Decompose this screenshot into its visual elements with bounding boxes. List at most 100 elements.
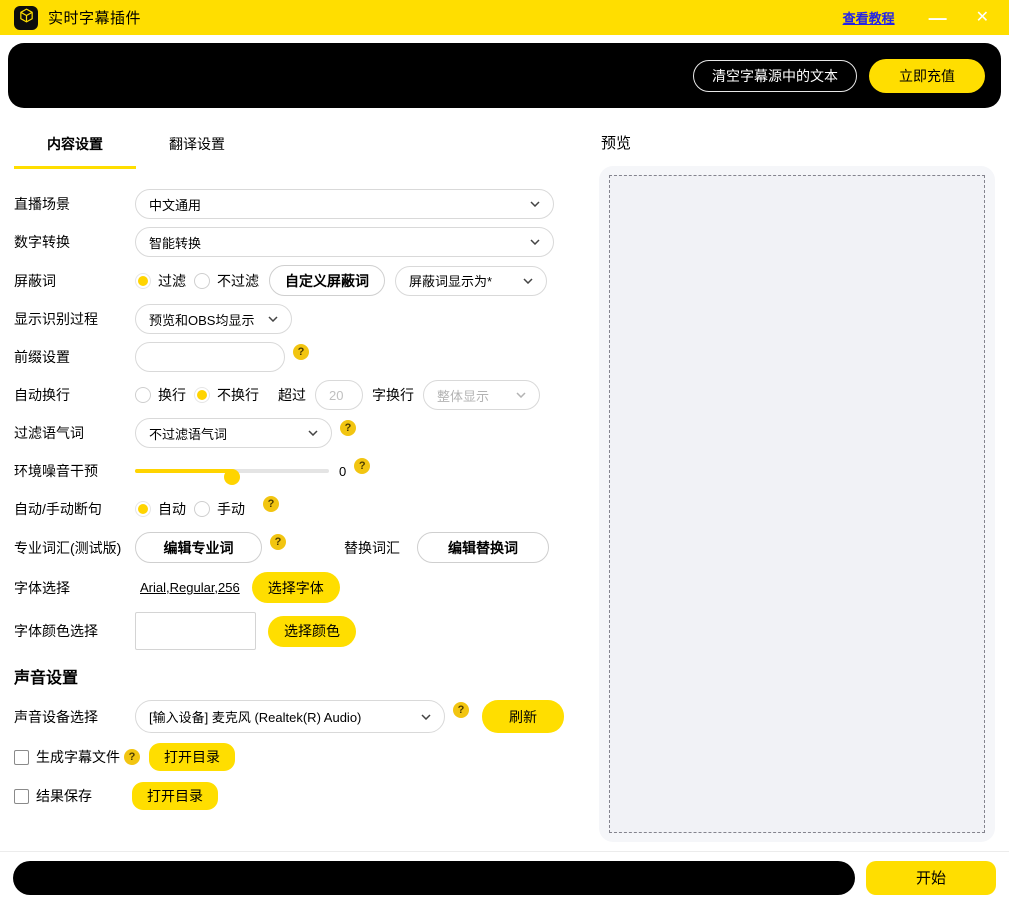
prefix-help-icon[interactable]: ? [293,344,309,360]
noise-label: 环境噪音干预 [14,461,135,481]
radio-no-wrap[interactable]: 不换行 [194,385,259,405]
chevron-down-icon [523,278,533,284]
font-select-label: 字体选择 [14,578,135,598]
custom-blocked-words-button[interactable]: 自定义屏蔽词 [269,265,385,296]
tab-translation-settings[interactable]: 翻译设置 [136,134,258,169]
result-save-checkbox[interactable] [14,789,29,804]
open-result-dir-button[interactable]: 打开目录 [132,782,218,810]
font-color-input[interactable] [135,612,256,650]
preview-container [599,166,995,842]
sentence-break-radios: 自动 手动 [135,499,245,519]
choose-color-button[interactable]: 选择颜色 [268,616,356,647]
radio-manual[interactable]: 手动 [194,499,245,519]
open-subtitle-dir-button[interactable]: 打开目录 [149,743,235,771]
radio-manual-label: 手动 [217,499,245,519]
radio-no-filter-label: 不过滤 [217,271,259,291]
exceed-label: 超过 [278,385,306,405]
noise-help-icon[interactable]: ? [354,458,370,474]
blocked-words-display-select[interactable]: 屏蔽词显示为* [395,266,547,296]
footer-bar: 开始 [0,851,1009,903]
radio-unselected-icon [194,273,210,289]
live-scene-select[interactable]: 中文通用 [135,189,554,219]
preview-panel [609,175,985,833]
chevron-down-icon [308,430,318,436]
chevron-down-icon [421,714,431,720]
pro-vocab-label: 专业词汇(测试版) [14,538,135,558]
noise-value: 0 [339,464,346,479]
tab-content-settings[interactable]: 内容设置 [14,134,136,169]
prefix-label: 前缀设置 [14,347,135,367]
filler-filter-help-icon[interactable]: ? [340,420,356,436]
edit-replace-vocab-button[interactable]: 编辑替换词 [417,532,549,563]
filler-filter-value: 不过滤语气词 [149,424,227,443]
slider-thumb-handle[interactable] [224,469,240,485]
wrap-display-mode-select[interactable]: 整体显示 [423,380,540,410]
radio-wrap-label: 换行 [158,385,186,405]
chevron-down-icon [530,239,540,245]
preview-title: 预览 [601,132,995,153]
start-button[interactable]: 开始 [866,861,996,895]
blocked-words-radios: 过滤 不过滤 [135,271,259,291]
pro-vocab-row: 专业词汇(测试版) 编辑专业词 ? 替换词汇 编辑替换词 [14,532,570,563]
pro-vocab-help-icon[interactable]: ? [270,534,286,550]
replace-vocab-label: 替换词汇 [344,538,400,558]
subtitle-source-banner: 清空字幕源中的文本 立即充值 [8,43,1001,108]
prefix-row: 前缀设置 ? [14,342,570,372]
current-font-link[interactable]: Arial,Regular,256 [140,580,240,595]
number-convert-row: 数字转换 智能转换 [14,227,570,257]
filler-filter-label: 过滤语气词 [14,423,135,443]
radio-filter[interactable]: 过滤 [135,271,186,291]
noise-row: 环境噪音干预 0 ? [14,456,570,486]
sound-device-label: 声音设备选择 [14,707,135,727]
refresh-device-button[interactable]: 刷新 [482,700,564,733]
subtitle-file-label: 生成字幕文件 [36,747,120,767]
radio-no-filter[interactable]: 不过滤 [194,271,259,291]
auto-wrap-radios: 换行 不换行 [135,385,259,405]
auto-wrap-label: 自动换行 [14,385,135,405]
prefix-input[interactable] [135,342,285,372]
choose-font-button[interactable]: 选择字体 [252,572,340,603]
sound-settings-title: 声音设置 [14,664,570,688]
edit-pro-vocab-button[interactable]: 编辑专业词 [135,532,262,563]
radio-wrap[interactable]: 换行 [135,385,186,405]
recognition-display-value: 预览和OBS均显示 [149,310,254,329]
app-logo [14,6,38,30]
minimize-icon[interactable]: — [929,9,946,27]
chevron-down-icon [268,316,278,322]
recognition-display-select[interactable]: 预览和OBS均显示 [135,304,292,334]
slider-fill [135,469,232,473]
titlebar: 实时字幕插件 查看教程 — ✕ [0,0,1009,35]
recharge-button[interactable]: 立即充值 [869,59,985,93]
radio-filter-label: 过滤 [158,271,186,291]
tutorial-link[interactable]: 查看教程 [843,8,895,27]
chevron-down-icon [530,201,540,207]
wrap-unit-label: 字换行 [372,385,414,405]
live-scene-value: 中文通用 [149,195,201,214]
filler-filter-row: 过滤语气词 不过滤语气词 ? [14,418,570,448]
subtitle-file-checkbox[interactable] [14,750,29,765]
noise-slider[interactable] [135,463,329,479]
recognition-display-label: 显示识别过程 [14,309,135,329]
sound-device-help-icon[interactable]: ? [453,702,469,718]
subtitle-file-row: 生成字幕文件 ? 打开目录 [14,742,570,772]
sentence-break-help-icon[interactable]: ? [263,496,279,512]
sound-device-select[interactable]: [输入设备] 麦克风 (Realtek(R) Audio) [135,700,445,733]
radio-auto[interactable]: 自动 [135,499,186,519]
radio-auto-label: 自动 [158,499,186,519]
number-convert-select[interactable]: 智能转换 [135,227,554,257]
settings-tabs: 内容设置 翻译设置 [14,134,570,169]
auto-wrap-row: 自动换行 换行 不换行 超过 字换行 整体显示 [14,380,570,410]
number-convert-value: 智能转换 [149,233,201,252]
font-select-row: 字体选择 Arial,Regular,256 选择字体 [14,572,570,603]
sound-device-value: [输入设备] 麦克风 (Realtek(R) Audio) [149,707,361,726]
live-scene-label: 直播场景 [14,194,135,214]
number-convert-label: 数字转换 [14,232,135,252]
clear-subtitle-text-button[interactable]: 清空字幕源中的文本 [693,60,857,92]
close-icon[interactable]: ✕ [976,10,989,26]
wrap-display-mode-value: 整体显示 [437,386,489,405]
status-display-pill [13,861,855,895]
subtitle-file-help-icon[interactable]: ? [124,749,140,765]
filler-filter-select[interactable]: 不过滤语气词 [135,418,332,448]
exceed-count-input[interactable] [315,380,363,410]
font-color-row: 字体颜色选择 选择颜色 [14,612,570,650]
